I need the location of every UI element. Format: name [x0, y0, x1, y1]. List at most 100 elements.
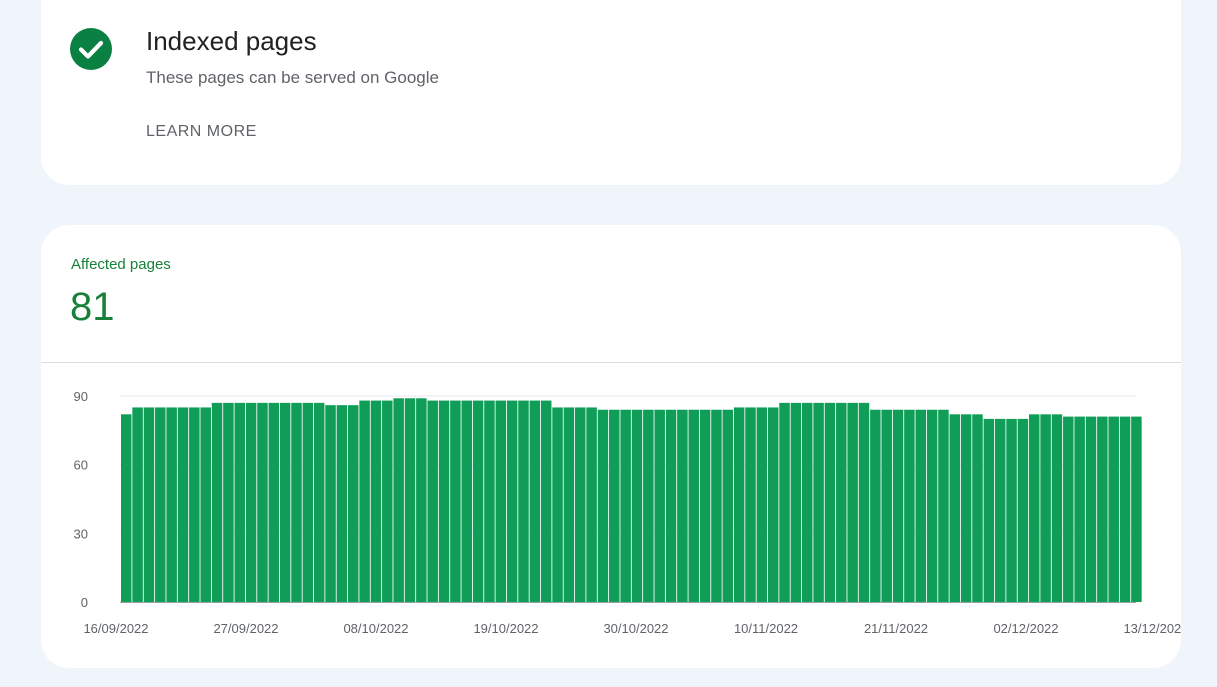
bar [1029, 414, 1040, 602]
bar [858, 402, 870, 602]
bar [960, 414, 972, 602]
bar [177, 407, 189, 602]
status-card: Indexed pages These pages can be served … [41, 0, 1181, 185]
bar [665, 409, 677, 602]
bar [790, 402, 802, 602]
bar [779, 402, 790, 602]
bar [438, 400, 450, 602]
bar [575, 407, 586, 602]
bar [211, 402, 223, 602]
bar [404, 398, 416, 602]
bar [223, 402, 234, 602]
bar [121, 414, 132, 602]
bar [393, 398, 404, 602]
bar [677, 409, 688, 602]
x-tick-label: 13/12/2022 [1123, 621, 1181, 636]
bar [1131, 416, 1142, 602]
bar [949, 414, 961, 602]
bar [597, 409, 609, 602]
affected-pages-card: Affected pages 81 0 30 60 90 16/09/2022 27/09… [41, 225, 1181, 668]
bar [529, 400, 541, 602]
y-tick-label: 60 [74, 458, 88, 473]
check-circle-icon [70, 28, 112, 70]
bar [143, 407, 155, 602]
bar [427, 400, 438, 602]
bar [643, 409, 654, 602]
bar [722, 409, 734, 602]
bar [484, 400, 495, 602]
bar [257, 402, 268, 602]
bar [892, 409, 904, 602]
bar [802, 402, 813, 602]
x-tick-label: 02/12/2022 [993, 621, 1058, 636]
bar [938, 409, 949, 602]
bar [370, 400, 382, 602]
bar [382, 400, 393, 602]
bar [813, 402, 824, 602]
bar [234, 402, 245, 602]
bar [1085, 416, 1097, 602]
bar [756, 407, 768, 602]
bar [1063, 416, 1074, 602]
bar [733, 407, 745, 602]
bar [1097, 416, 1108, 602]
bar [518, 400, 529, 602]
bar [268, 402, 280, 602]
bar [461, 400, 472, 602]
bar [313, 402, 325, 602]
bar [189, 407, 200, 602]
bar [359, 400, 370, 602]
bar [926, 409, 938, 602]
bar [563, 407, 575, 602]
bar [915, 409, 926, 602]
bar [540, 400, 552, 602]
bar [279, 402, 291, 602]
bar [552, 407, 563, 602]
bar [745, 407, 756, 602]
bar [291, 402, 302, 602]
bar [904, 409, 915, 602]
bar [302, 402, 314, 602]
bar [586, 407, 597, 602]
bar [472, 400, 484, 602]
bar [631, 409, 643, 602]
bar [609, 409, 620, 602]
bar [495, 400, 507, 602]
bar [1119, 416, 1131, 602]
page-subtitle: These pages can be served on Google [146, 68, 439, 87]
bar [166, 407, 177, 602]
bar [767, 407, 779, 602]
y-tick-label: 90 [74, 389, 88, 404]
x-tick-label: 30/10/2022 [603, 621, 668, 636]
learn-more-link[interactable]: LEARN MORE [146, 123, 257, 141]
bar [336, 405, 348, 602]
bar [1040, 414, 1051, 602]
bar [847, 402, 858, 602]
bar [1051, 414, 1063, 602]
bar [200, 407, 211, 602]
bar [688, 409, 699, 602]
bar [620, 409, 631, 602]
bar-chart: 0 30 60 90 16/09/2022 27/09/2022 08/10/2022 19/… [74, 389, 1181, 636]
bar [870, 409, 881, 602]
bar [983, 418, 995, 602]
bar [994, 418, 1006, 602]
bar [132, 407, 143, 602]
x-tick-label: 27/09/2022 [213, 621, 278, 636]
x-tick-label: 19/10/2022 [473, 621, 538, 636]
bar [450, 400, 461, 602]
x-tick-label: 16/09/2022 [83, 621, 148, 636]
y-tick-label: 0 [81, 595, 88, 610]
bar [1006, 418, 1017, 602]
x-tick-label: 21/11/2022 [864, 621, 928, 636]
y-tick-label: 30 [74, 526, 88, 541]
bar [1074, 416, 1085, 602]
bar [972, 414, 983, 602]
x-tick-label: 08/10/2022 [343, 621, 408, 636]
bar [325, 405, 336, 602]
bar [881, 409, 892, 602]
x-tick-label: 10/11/2022 [734, 621, 798, 636]
page-title: Indexed pages [146, 26, 317, 56]
bar [245, 402, 257, 602]
bar [836, 402, 847, 602]
